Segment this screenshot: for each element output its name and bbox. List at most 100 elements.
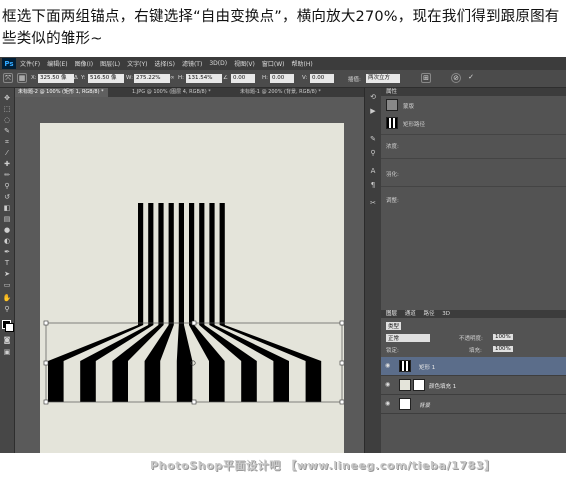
fill-input[interactable]: 100% — [493, 346, 513, 352]
v-skew-input[interactable]: 0.00 — [310, 74, 334, 83]
opacity-label: 不透明度: — [459, 336, 483, 342]
brush-panel-icon[interactable]: ✎ — [368, 134, 378, 144]
interp-select[interactable]: 两次立方 — [366, 74, 400, 83]
quick-select-tool-icon[interactable]: ✎ — [2, 127, 12, 136]
tab-paths[interactable]: 路径 — [424, 311, 435, 317]
layer-kind-filter[interactable]: 类型 — [386, 322, 402, 330]
blend-mode-select[interactable]: 正常 — [386, 334, 430, 342]
transform-tool-icon[interactable]: ⤧ — [3, 73, 13, 83]
path-label: 矩形路径 — [403, 122, 426, 128]
clone-source-icon[interactable]: ⚲ — [368, 148, 378, 158]
quick-mask-icon[interactable]: ◙ — [2, 336, 12, 345]
actions-panel-icon[interactable]: ▶ — [368, 106, 378, 116]
menu-help[interactable]: 帮助(H) — [292, 59, 313, 68]
eyedropper-tool-icon[interactable]: ⁄ — [2, 149, 12, 158]
menu-select[interactable]: 选择(S) — [154, 59, 175, 68]
history-panel-icon[interactable]: ⟲ — [368, 92, 378, 102]
menu-window[interactable]: 窗口(W) — [262, 59, 285, 68]
marquee-tool-icon[interactable]: ⬚ — [2, 105, 12, 114]
tutorial-caption: 框选下面两组锚点，右键选择“自由变换点”，横向放大270%，现在我们得到跟原图有… — [2, 9, 560, 47]
history-brush-tool-icon[interactable]: ↺ — [2, 193, 12, 202]
menu-view[interactable]: 视图(V) — [234, 59, 255, 68]
width-input[interactable]: 275.22% — [134, 74, 170, 83]
pen-tool-icon[interactable]: ✒ — [2, 248, 12, 257]
layer-row-background[interactable]: ◉ 背景 — [381, 395, 566, 414]
menu-image[interactable]: 图像(I) — [75, 59, 93, 68]
mask-thumbnail[interactable] — [386, 99, 398, 111]
link-icon[interactable]: ∞ — [170, 75, 175, 81]
tab-untitled-2[interactable]: 未标题-2 @ 100% (矩形 1, RGB/8) * — [14, 88, 108, 97]
healing-tool-icon[interactable]: ✚ — [2, 160, 12, 169]
color-swatches-icon[interactable] — [2, 320, 14, 332]
zoom-tool-icon[interactable]: ⚲ — [2, 305, 12, 314]
height-input[interactable]: 131.54% — [186, 74, 222, 83]
tab-3d[interactable]: 3D — [442, 311, 450, 317]
tool-presets-icon[interactable]: ✂ — [368, 198, 378, 208]
brush-tool-icon[interactable]: ✏ — [2, 171, 12, 180]
cancel-icon[interactable]: ⊘ — [451, 73, 461, 83]
angle-icon: ∠ — [223, 75, 228, 81]
transform-handle[interactable] — [339, 360, 344, 366]
options-bar: ⤧ ▦ X: 325.50 像 Δ Y: 516.50 像 W: 275.22%… — [0, 70, 566, 88]
transform-handle[interactable] — [43, 360, 49, 366]
eye-icon[interactable]: ◉ — [385, 382, 393, 388]
transform-handle[interactable] — [191, 399, 197, 405]
eraser-tool-icon[interactable]: ◧ — [2, 204, 12, 213]
menu-type[interactable]: 文字(Y) — [127, 59, 147, 68]
paragraph-panel-icon[interactable]: ¶ — [368, 180, 378, 190]
warp-toggle-icon[interactable]: ⊞ — [421, 73, 431, 83]
transform-handle[interactable] — [43, 399, 49, 405]
shape-tool-icon[interactable]: ▭ — [2, 281, 12, 290]
opacity-input[interactable]: 100% — [493, 334, 513, 340]
transform-handle[interactable] — [191, 320, 197, 326]
watermark: PhotoShop平面设计吧 【www.lineeg.com/tieba/178… — [150, 459, 496, 472]
tab-channels[interactable]: 通道 — [405, 311, 416, 317]
angle-input[interactable]: 0.00 — [231, 74, 255, 83]
document-canvas[interactable] — [40, 123, 344, 453]
mask-label: 蒙版 — [403, 104, 415, 110]
layer-name: 背景 — [419, 403, 431, 409]
move-tool-icon[interactable]: ✥ — [2, 94, 12, 103]
path-select-tool-icon[interactable]: ➤ — [2, 270, 12, 279]
lasso-tool-icon[interactable]: ◌ — [2, 116, 12, 125]
menu-file[interactable]: 文件(F) — [20, 59, 40, 68]
tab-layers[interactable]: 图层 — [386, 311, 397, 317]
transform-handle[interactable] — [339, 399, 344, 405]
character-panel-icon[interactable]: A — [368, 166, 378, 176]
type-tool-icon[interactable]: T — [2, 259, 12, 268]
eye-icon[interactable]: ◉ — [385, 363, 393, 369]
layer-row-fill[interactable]: ◉ 颜色填充 1 — [381, 376, 566, 395]
crop-tool-icon[interactable]: ⌗ — [2, 138, 12, 147]
panel-dock-strip: ⟲ ▶ ✎ ⚲ A ¶ ✂ — [364, 88, 381, 453]
h-skew-input[interactable]: 0.00 — [270, 74, 294, 83]
stripe-shape — [219, 203, 322, 402]
dodge-tool-icon[interactable]: ◐ — [2, 237, 12, 246]
gradient-tool-icon[interactable]: ▤ — [2, 215, 12, 224]
layer-thumbnail — [399, 398, 411, 410]
y-input[interactable]: 516.50 像 — [88, 74, 124, 83]
hand-tool-icon[interactable]: ✋ — [2, 294, 12, 303]
y-label: Y: — [81, 75, 86, 81]
stripe-shape — [199, 203, 257, 402]
layer-row-rect[interactable]: ◉ 矩形 1 — [381, 357, 566, 376]
properties-header[interactable]: 属性 — [381, 88, 566, 96]
menu-3d[interactable]: 3D(D) — [209, 60, 227, 67]
blur-tool-icon[interactable]: ● — [2, 226, 12, 235]
path-thumbnail[interactable] — [386, 117, 398, 129]
eye-icon[interactable]: ◉ — [385, 401, 393, 407]
transform-handle[interactable] — [43, 320, 49, 326]
screen-mode-icon[interactable]: ▣ — [2, 348, 12, 357]
menu-filter[interactable]: 滤镜(T) — [182, 59, 202, 68]
delta-icon: Δ — [74, 75, 78, 81]
layer-name: 矩形 1 — [419, 365, 436, 371]
stamp-tool-icon[interactable]: ⚲ — [2, 182, 12, 191]
check-icon[interactable]: ✓ — [466, 73, 476, 83]
stripe-artwork — [43, 203, 344, 405]
reference-point-icon[interactable]: ▦ — [17, 73, 27, 83]
menu-edit[interactable]: 编辑(E) — [47, 59, 67, 68]
tab-untitled-1[interactable]: 未标题-1 @ 200% (背景, RGB/8) * — [236, 88, 325, 97]
menu-layer[interactable]: 图层(L) — [100, 59, 120, 68]
transform-handle[interactable] — [339, 320, 344, 326]
tab-1-jpg[interactable]: 1.JPG @ 100% (图层 4, RGB/8) * — [128, 88, 215, 97]
x-input[interactable]: 325.50 像 — [38, 74, 74, 83]
